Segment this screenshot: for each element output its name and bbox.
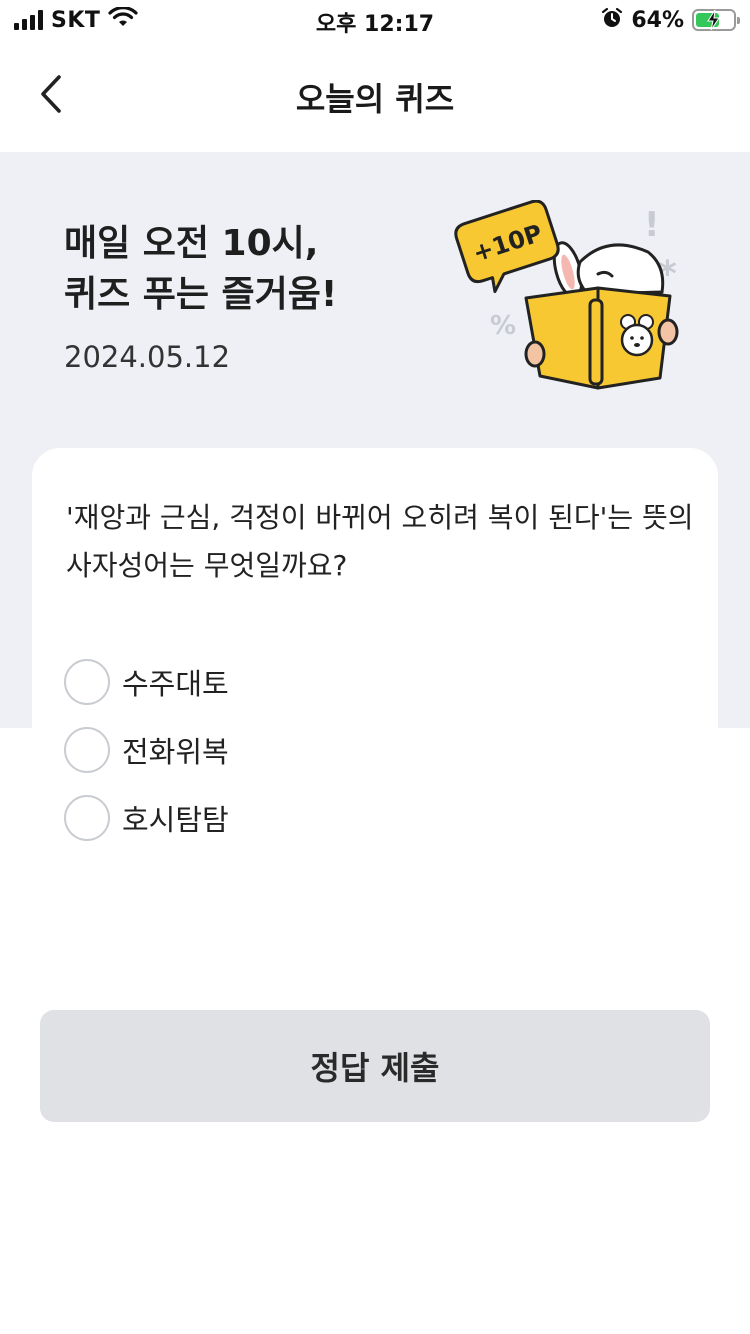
answer-option-label: 호시탐탐 xyxy=(122,803,229,837)
submit-answer-button[interactable]: 정답 제출 xyxy=(40,1010,710,1122)
battery-percent: 64% xyxy=(631,7,684,33)
answer-options: 수주대토 전화위복 호시탐탐 xyxy=(64,648,229,852)
quiz-card: '재앙과 근심, 걱정이 바뀌어 오히려 복이 된다'는 뜻의 사자성어는 무엇… xyxy=(32,448,718,868)
answer-option[interactable]: 전화위복 xyxy=(64,716,229,784)
battery-charging-icon xyxy=(692,9,740,31)
page-title: 오늘의 퀴즈 xyxy=(295,80,455,118)
answer-option[interactable]: 수주대토 xyxy=(64,648,229,716)
status-bar: SKT 오후 12:17 64% xyxy=(0,0,750,40)
hero-headline: 매일 오전 10시, 퀴즈 푸는 즐거움! xyxy=(64,223,338,315)
svg-text:!: ! xyxy=(644,205,660,245)
answer-option-label: 수주대토 xyxy=(122,667,229,701)
radio-button[interactable] xyxy=(64,727,110,773)
radio-button[interactable] xyxy=(64,795,110,841)
answer-option-label: 전화위복 xyxy=(122,735,229,769)
reading-rabbit-illustration: ! * % +10P xyxy=(448,199,698,400)
quiz-question: '재앙과 근심, 걱정이 바뀌어 오히려 복이 된다'는 뜻의 사자성어는 무엇… xyxy=(66,501,694,582)
radio-button[interactable] xyxy=(64,659,110,705)
svg-text:%: % xyxy=(490,311,516,341)
status-right: 64% xyxy=(601,6,740,34)
nav-bar: 오늘의 퀴즈 xyxy=(0,40,750,152)
answer-option[interactable]: 호시탐탐 xyxy=(64,784,229,852)
quiz-date: 2024.05.12 xyxy=(64,340,231,374)
alarm-icon xyxy=(601,7,623,33)
